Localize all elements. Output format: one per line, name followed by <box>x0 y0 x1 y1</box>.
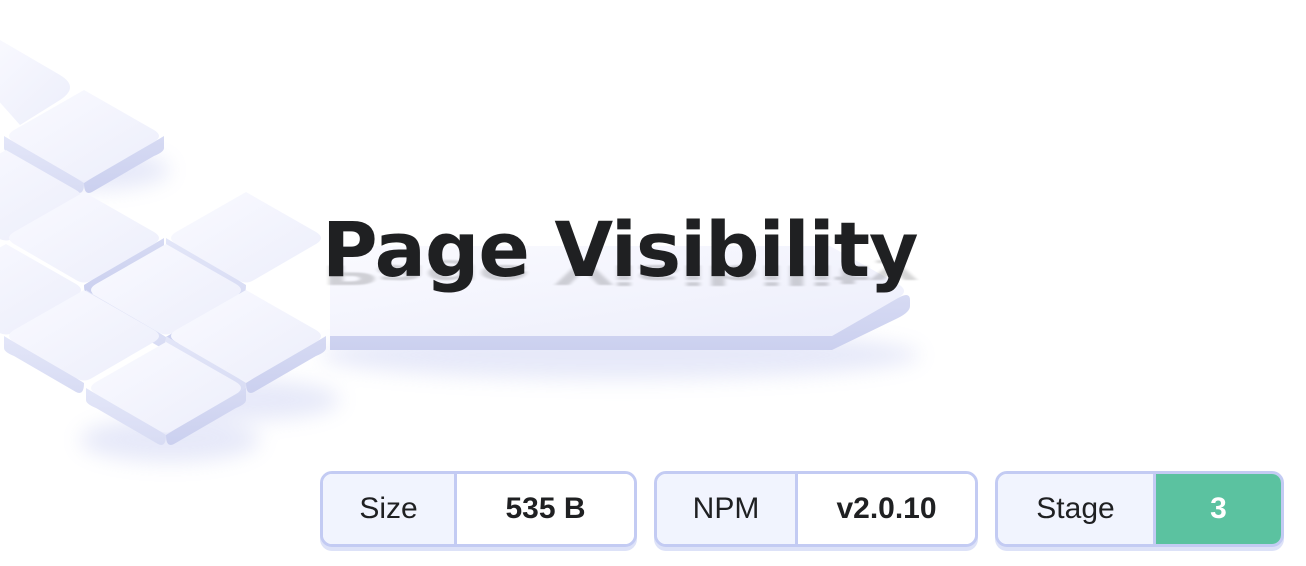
size-badge[interactable]: Size 535 B <box>320 471 637 547</box>
size-badge-label: Size <box>323 474 457 544</box>
npm-badge[interactable]: NPM v2.0.10 <box>654 471 978 547</box>
stage-badge[interactable]: Stage 3 <box>995 471 1284 547</box>
size-badge-value: 535 B <box>457 474 634 544</box>
hero-banner: Page Visibility Page Visibility Size 535… <box>0 0 1306 566</box>
stage-badge-label: Stage <box>998 474 1156 544</box>
page-title: Page Visibility <box>322 205 919 294</box>
stage-badge-value: 3 <box>1156 474 1281 544</box>
npm-badge-label: NPM <box>657 474 798 544</box>
npm-badge-value: v2.0.10 <box>798 474 975 544</box>
